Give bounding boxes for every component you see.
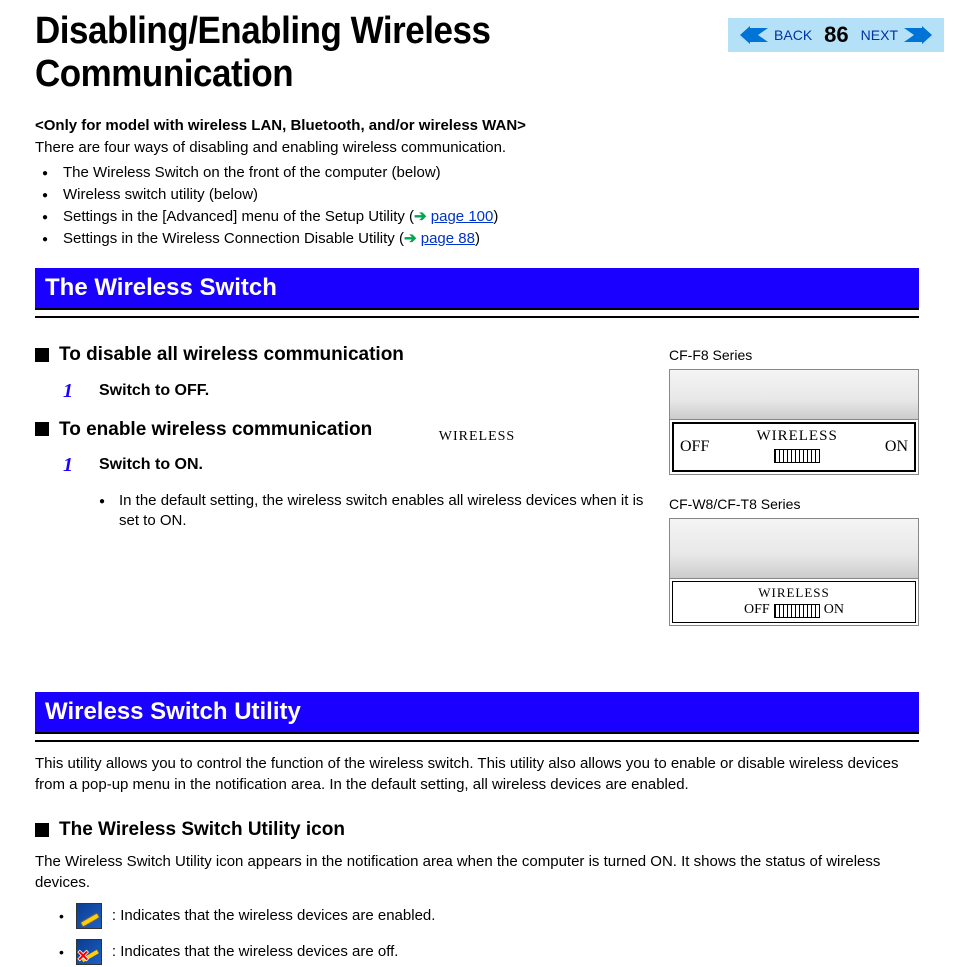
switch-icon [774, 449, 820, 463]
step-number: 1 [63, 378, 99, 405]
model-note: <Only for model with wireless LAN, Bluet… [35, 116, 919, 136]
diagram-label-cfw8: CF-W8/CF-T8 Series [669, 495, 919, 514]
diagram-label-cff8: CF-F8 Series [669, 346, 919, 365]
default-note: In the default setting, the wireless swi… [99, 491, 649, 532]
heading-utility-icon: The Wireless Switch Utility icon [35, 817, 919, 843]
page-100-link[interactable]: page 100 [431, 208, 494, 225]
icon-item-off: • : Indicates that the wireless devices … [59, 939, 919, 965]
page-title: Disabling/Enabling Wireless Communicatio… [35, 10, 673, 96]
wireless-off-icon [76, 939, 102, 965]
wireless-enabled-icon [76, 903, 102, 929]
intro-text: There are four ways of disabling and ena… [35, 138, 919, 158]
label-wireless: WIRELESS [679, 584, 909, 602]
heading-disable: To disable all wireless communication [35, 342, 649, 368]
bullet-1: The Wireless Switch on the front of the … [35, 163, 919, 183]
section-wireless-utility: Wireless Switch Utility [35, 692, 919, 732]
diagram-cfw8: WIRELESS OFF ON [669, 518, 919, 626]
step-text-on: Switch to ON. [99, 452, 649, 479]
next-arrow-icon[interactable] [904, 26, 932, 44]
utility-icon-text: The Wireless Switch Utility icon appears… [35, 852, 919, 893]
bullet-4: Settings in the Wireless Connection Disa… [35, 229, 919, 249]
step-number: 1 [63, 452, 99, 479]
step-text-off: Switch to OFF. [99, 378, 649, 405]
label-off: OFF [744, 601, 770, 620]
bullet-3: Settings in the [Advanced] menu of the S… [35, 207, 919, 227]
back-link[interactable]: BACK [774, 27, 812, 43]
back-arrow-icon[interactable] [740, 26, 768, 44]
nav-bar: BACK 86 NEXT [728, 18, 944, 52]
arrow-icon: ➔ [414, 208, 427, 225]
switch-icon [774, 604, 820, 618]
page-number: 86 [824, 22, 848, 48]
diagram-cff8: OFF WIRELESS WIRELESS ON [669, 369, 919, 475]
utility-description: This utility allows you to control the f… [35, 754, 919, 795]
arrow-icon: ➔ [404, 230, 417, 247]
section-wireless-switch: The Wireless Switch [35, 268, 919, 308]
page-88-link[interactable]: page 88 [421, 230, 475, 247]
icon-item-enabled: • : Indicates that the wireless devices … [59, 903, 919, 929]
next-link[interactable]: NEXT [861, 27, 898, 43]
bullet-2: Wireless switch utility (below) [35, 185, 919, 205]
label-on: ON [824, 601, 844, 620]
